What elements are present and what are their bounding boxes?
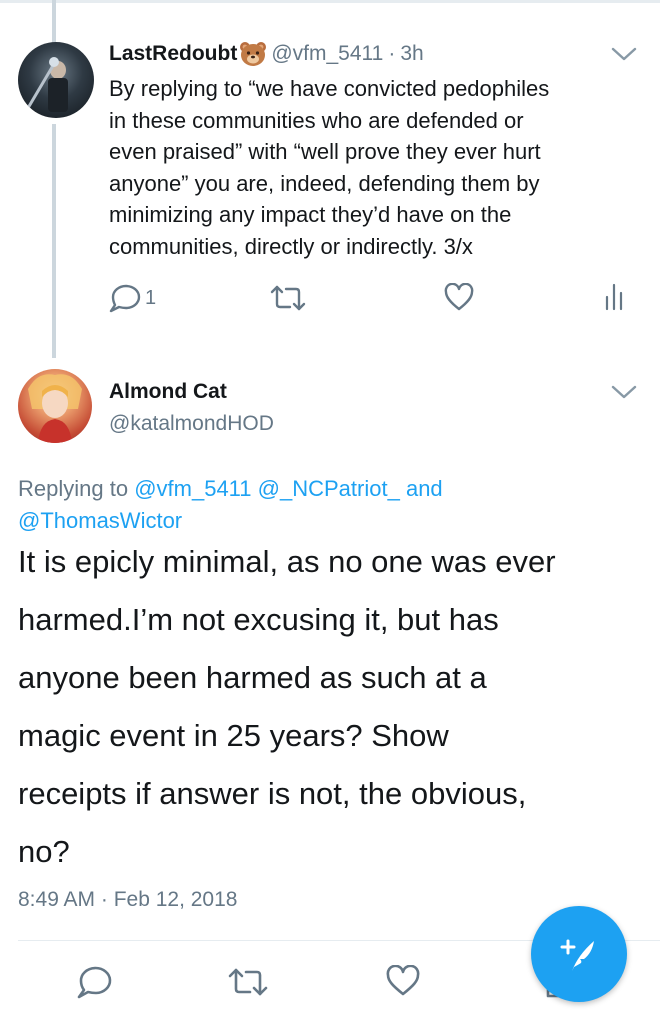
compose-tweet-icon <box>560 939 594 971</box>
replying-prefix: Replying to <box>18 476 129 501</box>
display-name[interactable]: Almond Cat <box>109 380 227 404</box>
compose-tweet-button[interactable] <box>531 906 627 1002</box>
chevron-down-icon[interactable] <box>611 46 637 62</box>
mention-link[interactable]: @vfm_5411 <box>134 476 251 501</box>
bear-emoji-icon <box>239 41 267 67</box>
avatar[interactable] <box>18 42 94 118</box>
tweet-header: LastRedoubt @vfm_5411 · 3h <box>109 38 424 70</box>
like-button[interactable] <box>386 965 420 997</box>
user-handle[interactable]: @vfm_5411 <box>271 42 383 66</box>
top-divider <box>0 0 660 3</box>
retweet-button[interactable] <box>270 284 306 312</box>
display-name[interactable]: LastRedoubt <box>109 42 237 66</box>
user-handle[interactable]: @katalmondHOD <box>109 412 274 436</box>
heart-icon <box>444 283 474 311</box>
retweet-icon <box>228 968 268 996</box>
tweet-text: It is epicly minimal, as no one was ever… <box>18 544 556 869</box>
avatar[interactable] <box>18 369 92 443</box>
tweet-time[interactable]: 3h <box>400 42 423 66</box>
chevron-down-icon[interactable] <box>611 384 637 400</box>
avatar-image <box>28 374 82 443</box>
avatar-image <box>26 57 68 112</box>
thread-connector <box>52 0 56 42</box>
mention-link[interactable]: @ThomasWictor <box>18 508 182 533</box>
analytics-icon <box>605 283 623 311</box>
mention-link[interactable]: @_NCPatriot_ <box>258 476 400 501</box>
thread-connector <box>52 124 56 358</box>
analytics-button[interactable] <box>603 283 625 311</box>
tweet-actions: 1 <box>0 280 660 316</box>
reply-icon <box>109 284 141 313</box>
retweet-button[interactable] <box>228 967 268 997</box>
retweet-icon <box>270 285 306 311</box>
reply-button[interactable] <box>75 965 113 999</box>
reply-count: 1 <box>145 286 157 309</box>
reply-icon <box>77 966 112 999</box>
replying-and[interactable]: and <box>406 476 443 501</box>
heart-icon <box>386 965 420 996</box>
replying-to: Replying to @vfm_5411 @_NCPatriot_ and @… <box>18 473 638 537</box>
tweet-text: By replying to “we have convicted pedoph… <box>109 76 550 259</box>
like-button[interactable] <box>444 283 474 311</box>
reply-button[interactable]: 1 <box>107 283 156 313</box>
tweet-timestamp[interactable]: 8:49 AM · Feb 12, 2018 <box>18 888 237 912</box>
separator: · <box>388 42 396 65</box>
